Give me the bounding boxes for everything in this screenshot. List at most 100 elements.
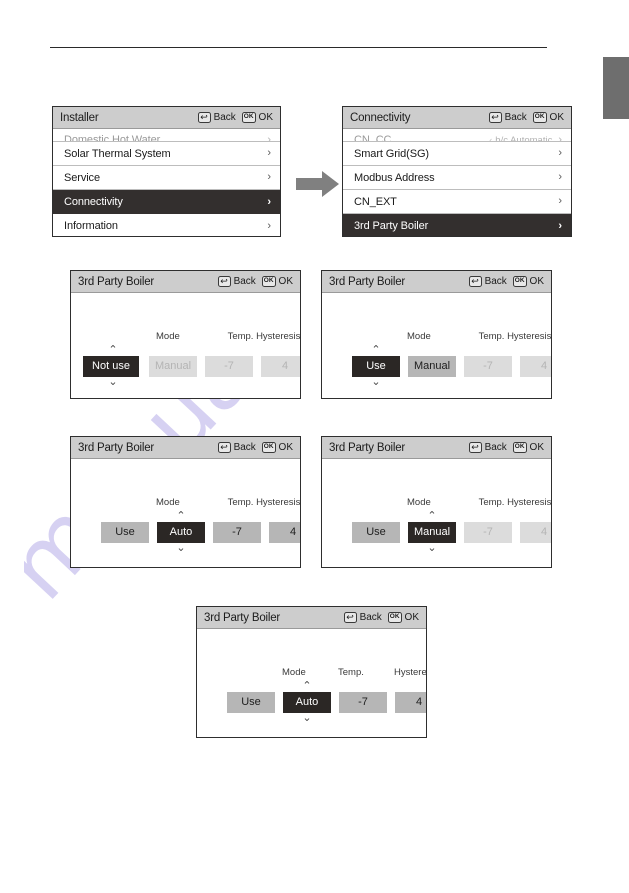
menu-row-solar-thermal-system[interactable]: Solar Thermal System › xyxy=(53,142,280,166)
chevron-right-icon: › xyxy=(558,195,562,207)
panel-connectivity: Connectivity ↩ Back OK OK CN_CC ‹ b/c Aut… xyxy=(342,106,572,237)
chip-hysteresis[interactable]: 4 xyxy=(269,522,300,543)
menu-row-cn-cc[interactable]: CN_CC ‹ b/c Automatic › xyxy=(343,129,571,142)
boiler-body: Mode Temp. Hysteresis ⌃ Use ⌄ ⌃ Manual ⌄… xyxy=(322,293,551,398)
menu-value: ‹ b/c Automatic xyxy=(489,135,553,142)
boiler-title: 3rd Party Boiler xyxy=(329,441,406,454)
ok-icon: OK xyxy=(241,112,256,123)
chip-mode[interactable]: Auto xyxy=(157,522,205,543)
arrow-up-icon[interactable]: ⌃ xyxy=(408,511,456,522)
back-label: Back xyxy=(484,276,507,287)
chip-use[interactable]: Use xyxy=(227,692,275,713)
menu-row-service[interactable]: Service › xyxy=(53,166,280,190)
field-mode: ⌃ Manual ⌄ xyxy=(408,511,456,554)
field-temp: ⌃ -7 ⌄ xyxy=(464,511,512,554)
back-icon: ↩ xyxy=(217,276,231,287)
field-row: ⌃ Not use ⌄ ⌃ Manual ⌄ ⌃ -7 ⌄ ⌃ 4 ⌄ xyxy=(83,345,300,388)
back-icon: ↩ xyxy=(197,112,211,123)
menu-row-connectivity[interactable]: Connectivity › xyxy=(53,190,280,214)
caption-temp-hysteresis: Temp. Hysteresis xyxy=(227,331,301,342)
field-hysteresis: ⌃ 4 ⌄ xyxy=(269,511,300,554)
field-row: ⌃ Use ⌄ ⌃ Manual ⌄ ⌃ -7 ⌄ ⌃ 4 ⌄ xyxy=(352,345,551,388)
field-temp: ⌃ -7 ⌄ xyxy=(213,511,261,554)
menu-row-cn-ext[interactable]: CN_EXT › xyxy=(343,190,571,214)
caption-mode: Mode xyxy=(156,331,180,342)
chip-temp[interactable]: -7 xyxy=(213,522,261,543)
chip-temp[interactable]: -7 xyxy=(464,356,512,377)
panel-boiler-manual: 3rd Party Boiler ↩ Back OK OK Mode Temp.… xyxy=(321,436,552,568)
arrow-up-icon[interactable]: ⌃ xyxy=(352,345,400,356)
chip-temp[interactable]: -7 xyxy=(339,692,387,713)
field-temp: ⌃ -7 ⌄ xyxy=(205,345,253,388)
back-key-group[interactable]: ↩ Back xyxy=(197,112,236,123)
ok-icon: OK xyxy=(532,112,547,123)
chip-hysteresis[interactable]: 4 xyxy=(520,356,551,377)
chip-use[interactable]: Use xyxy=(352,356,400,377)
arrow-down-icon[interactable]: ⌄ xyxy=(89,377,137,388)
chip-mode[interactable]: Auto xyxy=(283,692,331,713)
arrow-down-icon[interactable]: ⌄ xyxy=(283,713,331,724)
field-mode: ⌃ Manual ⌄ xyxy=(149,345,197,388)
menu-row-smart-grid[interactable]: Smart Grid(SG) › xyxy=(343,142,571,166)
arrow-up-icon[interactable]: ⌃ xyxy=(157,511,205,522)
chip-use[interactable]: Not use xyxy=(83,356,139,377)
header-keys: ↩ Back OK OK xyxy=(468,276,544,287)
connectivity-header: Connectivity ↩ Back OK OK xyxy=(343,107,571,129)
chevron-left-icon: ‹ xyxy=(489,135,493,142)
connectivity-title: Connectivity xyxy=(350,111,411,124)
menu-row-3rd-party-boiler[interactable]: 3rd Party Boiler › xyxy=(343,214,571,236)
menu-row-domestic-hot-water[interactable]: Domestic Hot Water › xyxy=(53,129,280,142)
ok-key-group[interactable]: OK OK xyxy=(241,112,273,123)
chevron-right-icon: › xyxy=(267,134,271,142)
ok-icon: OK xyxy=(387,612,402,623)
arrow-down-icon[interactable]: ⌄ xyxy=(157,543,205,554)
header-keys: ↩ Back OK OK xyxy=(488,112,564,123)
field-hysteresis: ⌃ 4 ⌄ xyxy=(520,345,551,388)
ok-key-group[interactable]: OK OK xyxy=(261,442,293,453)
ok-icon: OK xyxy=(261,442,276,453)
back-icon: ↩ xyxy=(488,112,502,123)
boiler-body: Mode Temp. Hysteresis ⌃ Use ⌄ ⌃ Manual ⌄… xyxy=(322,459,551,567)
back-key-group[interactable]: ↩ Back xyxy=(488,112,527,123)
chip-use[interactable]: Use xyxy=(352,522,400,543)
chevron-right-icon: › xyxy=(267,147,271,159)
boiler-header: 3rd Party Boiler ↩ Back OK OK xyxy=(71,437,300,459)
ok-key-group[interactable]: OK OK xyxy=(261,276,293,287)
chip-mode[interactable]: Manual xyxy=(408,356,456,377)
ok-label: OK xyxy=(258,112,273,123)
field-use: ⌃ Use ⌄ xyxy=(352,511,400,554)
field-hysteresis: ⌃ 4 ⌄ xyxy=(261,345,300,388)
back-key-group[interactable]: ↩ Back xyxy=(468,442,507,453)
panel-boiler-auto: 3rd Party Boiler ↩ Back OK OK Mode Temp.… xyxy=(70,436,301,568)
arrow-up-icon[interactable]: ⌃ xyxy=(283,681,331,692)
menu-value-text: b/c Automatic xyxy=(495,135,553,142)
arrow-down-icon[interactable]: ⌄ xyxy=(408,543,456,554)
back-key-group[interactable]: ↩ Back xyxy=(468,276,507,287)
chip-temp[interactable]: -7 xyxy=(205,356,253,377)
menu-label: Connectivity xyxy=(64,196,123,208)
header-keys: ↩ Back OK OK xyxy=(217,276,293,287)
arrow-up-icon[interactable]: ⌃ xyxy=(89,345,137,356)
ok-key-group[interactable]: OK OK xyxy=(512,442,544,453)
boiler-title: 3rd Party Boiler xyxy=(329,275,406,288)
ok-key-group[interactable]: OK OK xyxy=(512,276,544,287)
caption-mode: Mode xyxy=(407,497,431,508)
back-key-group[interactable]: ↩ Back xyxy=(217,442,256,453)
chip-hysteresis[interactable]: 4 xyxy=(395,692,426,713)
chip-hysteresis[interactable]: 4 xyxy=(261,356,300,377)
back-key-group[interactable]: ↩ Back xyxy=(343,612,382,623)
menu-row-information[interactable]: Information › xyxy=(53,214,280,236)
ok-key-group[interactable]: OK OK xyxy=(387,612,419,623)
boiler-header: 3rd Party Boiler ↩ Back OK OK xyxy=(71,271,300,293)
arrow-down-icon[interactable]: ⌄ xyxy=(352,377,400,388)
chip-mode[interactable]: Manual xyxy=(149,356,197,377)
chip-hysteresis[interactable]: 4 xyxy=(520,522,551,543)
chip-temp[interactable]: -7 xyxy=(464,522,512,543)
installer-menu-list: Domestic Hot Water › Solar Thermal Syste… xyxy=(53,129,280,236)
back-key-group[interactable]: ↩ Back xyxy=(217,276,256,287)
ok-key-group[interactable]: OK OK xyxy=(532,112,564,123)
chip-mode[interactable]: Manual xyxy=(408,522,456,543)
boiler-header: 3rd Party Boiler ↩ Back OK OK xyxy=(322,271,551,293)
chip-use[interactable]: Use xyxy=(101,522,149,543)
menu-row-modbus-address[interactable]: Modbus Address › xyxy=(343,166,571,190)
